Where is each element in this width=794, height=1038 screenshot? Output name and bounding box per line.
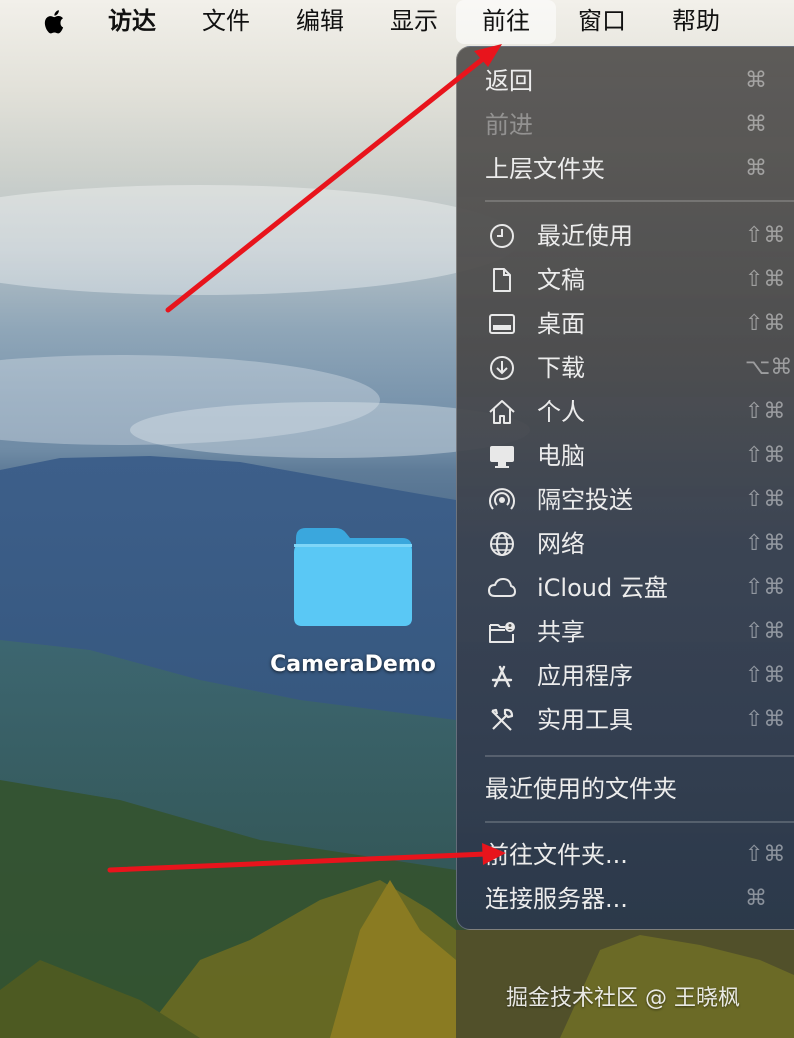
menu-item-network[interactable]: 网络 ⇧⌘ [457, 522, 794, 566]
shortcut-label: ⌘ [745, 156, 767, 181]
menu-bar: 访达 文件 编辑 显示 前往 窗口 帮助 [0, 0, 794, 44]
menu-item-desktop[interactable]: 桌面 ⇧⌘ [457, 302, 794, 346]
menu-item-label: 应用程序 [537, 662, 633, 690]
shortcut-label: ⇧⌘ [745, 223, 786, 248]
menu-finder[interactable]: 访达 [108, 0, 156, 44]
menu-item-icloud[interactable]: iCloud 云盘 ⇧⌘ [457, 566, 794, 610]
menu-separator [485, 200, 794, 202]
menu-item-documents[interactable]: 文稿 ⇧⌘ [457, 258, 794, 302]
menu-item-label: 共享 [537, 618, 585, 646]
menu-item-connect-server[interactable]: 连接服务器... ⌘ [457, 877, 794, 921]
shortcut-label: ⇧⌘ [745, 707, 786, 732]
menu-item-label: 前进 [485, 111, 533, 139]
cloud-icon [488, 578, 516, 597]
shortcut-label: ⇧⌘ [745, 619, 786, 644]
menu-item-computer[interactable]: 电脑 ⇧⌘ [457, 434, 794, 478]
menu-item-label: iCloud 云盘 [537, 574, 668, 602]
shortcut-label: ⇧⌘ [745, 575, 786, 600]
tools-icon [491, 708, 514, 731]
menu-item-airdrop[interactable]: 隔空投送 ⇧⌘ [457, 478, 794, 522]
folder-icon[interactable] [290, 524, 416, 630]
menu-view[interactable]: 显示 [390, 0, 438, 44]
watermark: 掘金技术社区 @ 王晓枫 [506, 986, 740, 1011]
menu-item-label: 桌面 [537, 310, 585, 338]
menu-item-shared[interactable]: 共享 ⇧⌘ [457, 610, 794, 654]
menu-window[interactable]: 窗口 [578, 0, 626, 44]
menu-item-label: 网络 [537, 530, 585, 558]
shortcut-label: ⇧⌘ [745, 399, 786, 424]
menu-item-back[interactable]: 返回 ⌘ [457, 59, 794, 103]
menu-item-label: 个人 [537, 398, 585, 426]
menu-item-label: 前往文件夹... [485, 841, 628, 869]
menu-item-applications[interactable]: 应用程序 ⇧⌘ [457, 654, 794, 698]
apple-logo-icon[interactable] [40, 7, 70, 37]
menu-item-label: 最近使用 [537, 222, 633, 250]
menu-item-recent-folders[interactable]: 最近使用的文件夹 [457, 767, 794, 811]
menu-item-label: 返回 [485, 67, 533, 95]
shortcut-label: ⌘ [745, 112, 767, 137]
shortcut-label: ⇧⌘ [745, 487, 786, 512]
document-icon [493, 268, 511, 292]
menu-edit[interactable]: 编辑 [296, 0, 344, 44]
menu-item-label: 最近使用的文件夹 [485, 775, 677, 803]
menu-item-label: 隔空投送 [537, 486, 633, 514]
globe-icon [490, 532, 514, 556]
menu-item-label: 下载 [537, 354, 585, 382]
menu-item-forward: 前进 ⌘ [457, 103, 794, 147]
menu-separator [485, 755, 794, 757]
shortcut-label: ⌥⌘ [745, 355, 793, 380]
menu-item-utilities[interactable]: 实用工具 ⇧⌘ [457, 698, 794, 742]
menu-item-label: 文稿 [537, 266, 585, 294]
menu-item-label: 电脑 [537, 442, 585, 470]
menu-file[interactable]: 文件 [202, 0, 250, 44]
shortcut-label: ⇧⌘ [745, 842, 786, 867]
airdrop-icon [489, 488, 515, 510]
download-icon [490, 356, 514, 380]
shortcut-label: ⇧⌘ [745, 663, 786, 688]
menu-help[interactable]: 帮助 [672, 0, 720, 44]
applications-icon [491, 665, 513, 688]
menu-item-label: 实用工具 [537, 706, 633, 734]
menu-item-enclosing-folder[interactable]: 上层文件夹 ⌘ [457, 147, 794, 191]
shared-folder-icon [489, 622, 515, 643]
folder-label: CameraDemo [270, 652, 436, 677]
menu-item-home[interactable]: 个人 ⇧⌘ [457, 390, 794, 434]
menu-item-go-to-folder[interactable]: 前往文件夹... ⇧⌘ [457, 833, 794, 877]
menu-go[interactable]: 前往 [456, 0, 556, 44]
shortcut-label: ⌘ [745, 68, 767, 93]
go-menu: 返回 ⌘ 前进 ⌘ 上层文件夹 ⌘ 最近使用 ⇧⌘ 文稿 ⇧⌘ 桌面 ⇧⌘ 下载… [456, 46, 794, 930]
menu-item-downloads[interactable]: 下载 ⌥⌘ [457, 346, 794, 390]
shortcut-label: ⇧⌘ [745, 443, 786, 468]
shortcut-label: ⇧⌘ [745, 531, 786, 556]
shortcut-label: ⇧⌘ [745, 311, 786, 336]
menu-separator [485, 821, 794, 823]
menu-item-recents[interactable]: 最近使用 ⇧⌘ [457, 214, 794, 258]
computer-icon [490, 446, 514, 468]
home-icon [489, 400, 515, 424]
clock-icon [490, 224, 514, 248]
menu-item-label: 连接服务器... [485, 885, 628, 913]
menu-item-label: 上层文件夹 [485, 155, 605, 183]
shortcut-label: ⌘ [745, 886, 767, 911]
shortcut-label: ⇧⌘ [745, 267, 786, 292]
desktop-icon [489, 314, 515, 334]
